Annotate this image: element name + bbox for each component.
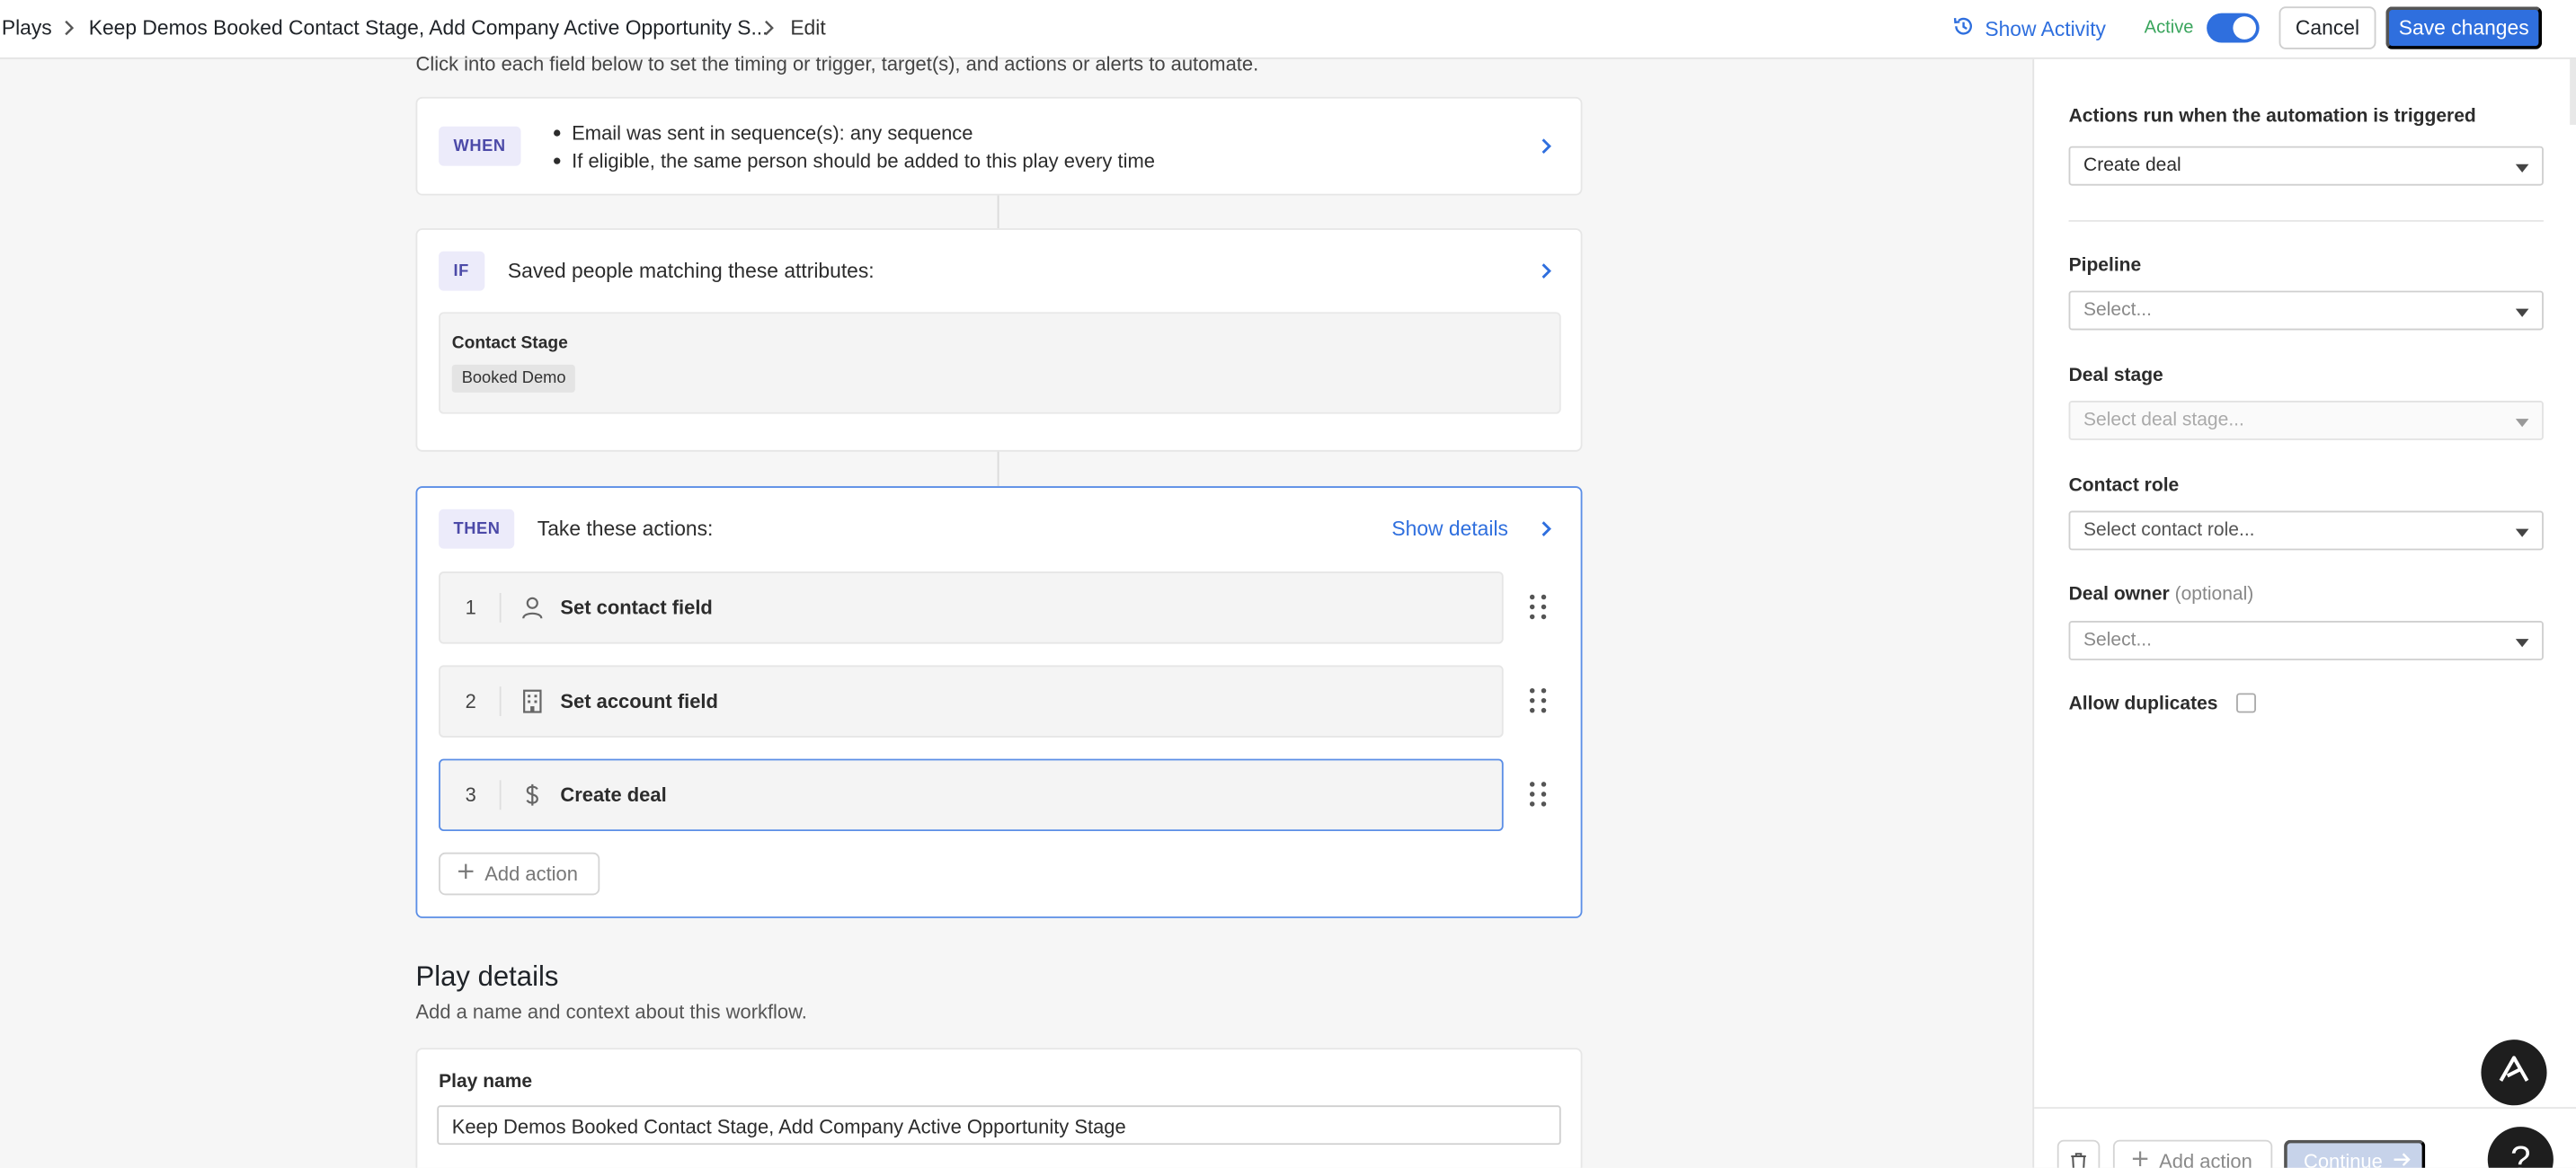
intro-text: Click into each field below to set the t… <box>415 52 1259 76</box>
chevron-right-icon[interactable] <box>1538 135 1554 158</box>
attribute-box: Contact Stage Booked Demo <box>439 312 1561 414</box>
play-details-title: Play details <box>415 960 559 993</box>
action-label: Create deal <box>560 783 667 807</box>
panel-add-action-label: Add action <box>2159 1149 2252 1168</box>
list-item: Email was sent in sequence(s): any seque… <box>552 119 1155 146</box>
drag-handle-icon[interactable] <box>1529 687 1550 714</box>
drag-handle-icon[interactable] <box>1529 782 1550 808</box>
pipeline-placeholder: Select... <box>2083 300 2153 321</box>
divider <box>499 780 502 810</box>
scrollbar-edge <box>2570 58 2576 125</box>
action-type-select[interactable]: Create deal <box>2068 146 2544 186</box>
action-row-create-deal[interactable]: 3 Create deal <box>439 758 1504 832</box>
when-chip: WHEN <box>439 126 521 166</box>
play-name-input[interactable]: Keep Demos Booked Contact Stage, Add Com… <box>437 1105 1561 1146</box>
action-type-value: Create deal <box>2083 155 2181 176</box>
when-conditions-list: Email was sent in sequence(s): any seque… <box>552 119 1155 173</box>
connector-line <box>997 195 999 229</box>
attribute-value-tag: Booked Demo <box>451 364 576 393</box>
if-chip: IF <box>439 251 484 291</box>
breadcrumb-edit: Edit <box>790 16 826 40</box>
continue-label: Continue <box>2303 1149 2383 1168</box>
caret-down-icon <box>2515 419 2529 428</box>
assistant-launcher-button[interactable] <box>2481 1040 2547 1106</box>
panel-add-action-button[interactable]: Add action <box>2112 1139 2273 1168</box>
top-bar: Plays Keep Demos Booked Contact Stage, A… <box>0 0 2576 59</box>
deal-stage-placeholder: Select deal stage... <box>2083 411 2244 430</box>
divider <box>499 592 502 623</box>
then-title: Take these actions: <box>537 517 714 541</box>
action-label: Set account field <box>560 689 718 713</box>
toggle-knob <box>2233 16 2256 40</box>
add-action-button[interactable]: Add action <box>439 852 600 896</box>
plus-icon <box>2131 1150 2149 1168</box>
contact-role-placeholder: Select contact role... <box>2083 520 2255 541</box>
save-changes-button[interactable]: Save changes <box>2385 6 2543 49</box>
divider <box>2034 1107 2576 1109</box>
contact-role-select[interactable]: Select contact role... <box>2068 510 2544 551</box>
plus-icon <box>457 863 475 886</box>
action-number: 3 <box>465 783 476 807</box>
deal-stage-select[interactable]: Select deal stage... <box>2068 401 2544 440</box>
allow-duplicates-checkbox[interactable] <box>2236 693 2256 713</box>
deal-owner-select[interactable]: Select... <box>2068 621 2544 660</box>
app-canvas: Plays Keep Demos Booked Contact Stage, A… <box>0 0 2576 1168</box>
then-chip: THEN <box>439 509 515 549</box>
history-icon <box>1952 14 1976 42</box>
deal-owner-label-text: Deal owner <box>2068 584 2170 605</box>
cancel-button[interactable]: Cancel <box>2278 6 2376 49</box>
action-number: 1 <box>465 596 476 620</box>
delete-action-button[interactable] <box>2056 1139 2101 1168</box>
chevron-right-icon <box>61 18 77 38</box>
add-action-label: Add action <box>484 862 578 886</box>
breadcrumb-plays[interactable]: Plays <box>2 16 52 40</box>
drag-handle-icon[interactable] <box>1529 594 1550 621</box>
continue-button[interactable]: Continue <box>2284 1139 2426 1168</box>
breadcrumb-play-title[interactable]: Keep Demos Booked Contact Stage, Add Com… <box>89 16 768 40</box>
dollar-icon <box>520 782 546 808</box>
chevron-right-icon <box>760 18 777 38</box>
building-icon <box>520 688 546 714</box>
active-toggle[interactable] <box>2207 13 2260 43</box>
person-icon <box>520 595 546 621</box>
caret-down-icon <box>2515 528 2529 537</box>
caret-down-icon <box>2515 639 2529 648</box>
assistant-logo-icon <box>2496 1052 2532 1093</box>
action-row-set-account-field[interactable]: 2 Set account field <box>439 665 1504 738</box>
allow-duplicates-label: Allow duplicates <box>2068 695 2218 715</box>
if-title: Saved people matching these attributes: <box>507 259 875 283</box>
show-details-link[interactable]: Show details <box>1391 518 1508 541</box>
help-icon: ? <box>2510 1137 2531 1168</box>
panel-title: Actions run when the automation is trigg… <box>2068 106 2476 127</box>
arrow-right-icon <box>2393 1150 2412 1168</box>
attribute-label: Contact Stage <box>451 333 568 354</box>
pipeline-select[interactable]: Select... <box>2068 290 2544 331</box>
deal-owner-placeholder: Select... <box>2083 630 2153 650</box>
contact-role-label: Contact role <box>2068 476 2180 497</box>
play-name-label: Play name <box>439 1072 533 1093</box>
pipeline-label: Pipeline <box>2068 256 2142 277</box>
active-status-label: Active <box>2144 18 2194 39</box>
optional-hint: (optional) <box>2174 584 2254 605</box>
action-row-set-contact-field[interactable]: 1 Set contact field <box>439 571 1504 644</box>
list-item: If eligible, the same person should be a… <box>552 147 1155 174</box>
show-activity-label: Show Activity <box>1985 17 2106 40</box>
chevron-right-icon[interactable] <box>1538 518 1554 541</box>
caret-down-icon <box>2515 308 2529 317</box>
divider <box>499 686 502 717</box>
deal-stage-label: Deal stage <box>2068 366 2163 386</box>
connector-line <box>997 451 999 487</box>
deal-owner-label: Deal owner (optional) <box>2069 585 2254 605</box>
caret-down-icon <box>2515 164 2529 173</box>
chevron-right-icon[interactable] <box>1538 260 1554 283</box>
show-activity-button[interactable]: Show Activity <box>1952 14 2106 42</box>
action-settings-panel: Actions run when the automation is trigg… <box>2032 58 2576 1168</box>
action-number: 2 <box>465 689 476 713</box>
play-details-subtitle: Add a name and context about this workfl… <box>415 1000 807 1023</box>
action-label: Set contact field <box>560 596 713 620</box>
divider <box>2068 219 2544 222</box>
